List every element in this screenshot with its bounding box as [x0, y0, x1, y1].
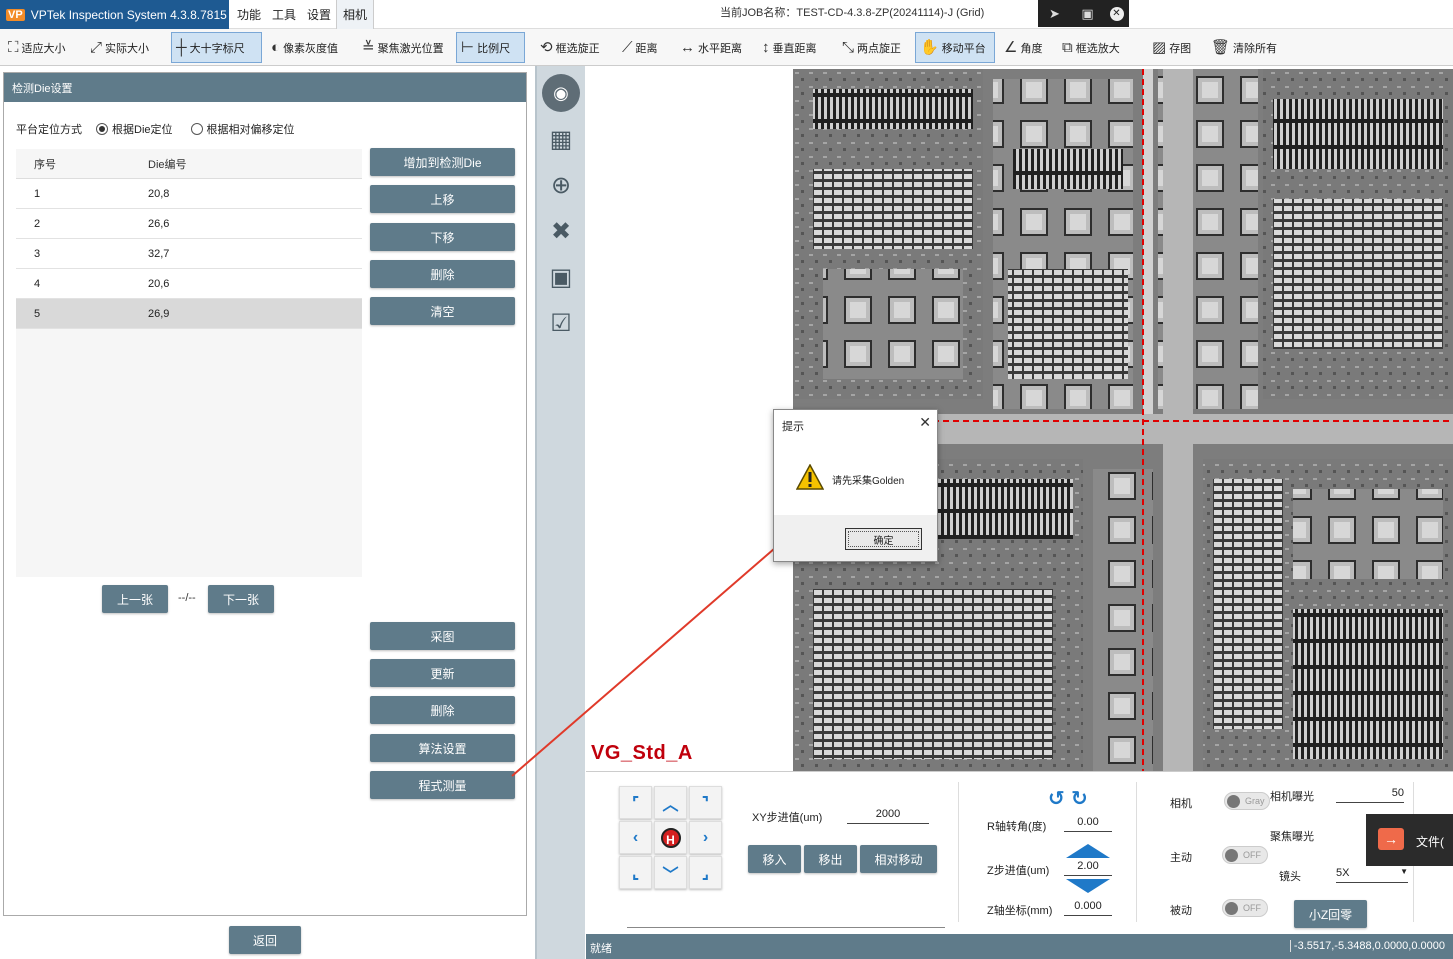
- exposure-input[interactable]: 50: [1336, 787, 1404, 803]
- status-bar: 就绪 -3.5517,-5.3488,0.0000,0.0000: [586, 934, 1453, 959]
- r-angle-label: R轴转角(度): [987, 821, 1047, 833]
- active-toggle[interactable]: OFF: [1222, 846, 1268, 864]
- jog-down-left-button[interactable]: ⌞: [619, 856, 652, 889]
- z-down-icon[interactable]: [1066, 879, 1110, 893]
- passive-label: 被动: [1170, 905, 1192, 917]
- jog-up-button[interactable]: ︿: [654, 786, 687, 819]
- jog-home-button[interactable]: H: [654, 821, 687, 854]
- divider: [1136, 782, 1137, 922]
- z-coord-label: Z轴坐标(mm): [987, 905, 1053, 917]
- dialog-message: 请先采集Golden: [832, 476, 905, 487]
- jog-up-right-button[interactable]: ⌝: [689, 786, 722, 819]
- relative-move-button[interactable]: 相对移动: [860, 845, 937, 873]
- camera-label: 相机: [1170, 798, 1192, 810]
- warning-icon: [796, 464, 824, 490]
- z-step-label: Z步进值(um): [987, 865, 1050, 877]
- move-in-button[interactable]: 移入: [748, 845, 801, 873]
- jog-up-left-button[interactable]: ⌜: [619, 786, 652, 819]
- ok-button[interactable]: 确定: [845, 528, 922, 550]
- xy-step-input[interactable]: 2000: [847, 808, 929, 824]
- dialog-footer: 确定: [774, 515, 937, 561]
- prompt-dialog: 提示 ✕ 请先采集Golden 确定: [773, 409, 938, 562]
- stage-controls: ⌜ ︿ ⌝ ‹ H › ⌞ ﹀ ⌟ XY步进值(um) 2000 移入 移出 相…: [586, 771, 1453, 934]
- z-step-input[interactable]: 2.00: [1064, 860, 1112, 876]
- focus-exposure-label: 聚焦曝光: [1270, 831, 1314, 843]
- rotate-ccw-icon[interactable]: ↺: [1048, 786, 1065, 811]
- stage-coordinates: -3.5517,-5.3488,0.0000,0.0000: [1289, 940, 1445, 952]
- rotate-cw-icon[interactable]: ↻: [1071, 786, 1088, 811]
- z-coord-value: 0.000: [1064, 900, 1112, 916]
- camera-gray-toggle[interactable]: Gray: [1224, 792, 1270, 810]
- active-label: 主动: [1170, 852, 1192, 864]
- jog-down-button[interactable]: ﹀: [654, 856, 687, 889]
- file-arrow-icon: →: [1378, 828, 1404, 850]
- z-home-button[interactable]: 小Z回零: [1294, 900, 1367, 928]
- chevron-down-icon: ▼: [1400, 867, 1408, 876]
- xy-step-label: XY步进值(um): [752, 812, 823, 824]
- jog-right-button[interactable]: ›: [689, 821, 722, 854]
- lens-select[interactable]: 5X ▼: [1336, 867, 1408, 883]
- exposure-label: 相机曝光: [1270, 791, 1314, 803]
- move-out-button[interactable]: 移出: [804, 845, 857, 873]
- close-icon[interactable]: ✕: [919, 414, 931, 431]
- passive-toggle[interactable]: OFF: [1222, 899, 1268, 917]
- jog-down-right-button[interactable]: ⌟: [689, 856, 722, 889]
- file-notification-text: 文件(: [1416, 835, 1444, 849]
- lens-label: 镜头: [1279, 871, 1301, 883]
- home-icon: H: [660, 827, 681, 848]
- lens-value: 5X: [1336, 867, 1350, 879]
- r-angle-input[interactable]: 0.00: [1064, 816, 1112, 832]
- file-notification[interactable]: → 文件(: [1366, 814, 1453, 866]
- divider: [958, 782, 959, 922]
- divider: [627, 927, 945, 928]
- dialog-title: 提示: [782, 421, 804, 433]
- status-text: 就绪: [590, 943, 612, 955]
- jog-left-button[interactable]: ‹: [619, 821, 652, 854]
- z-up-icon[interactable]: [1066, 844, 1110, 858]
